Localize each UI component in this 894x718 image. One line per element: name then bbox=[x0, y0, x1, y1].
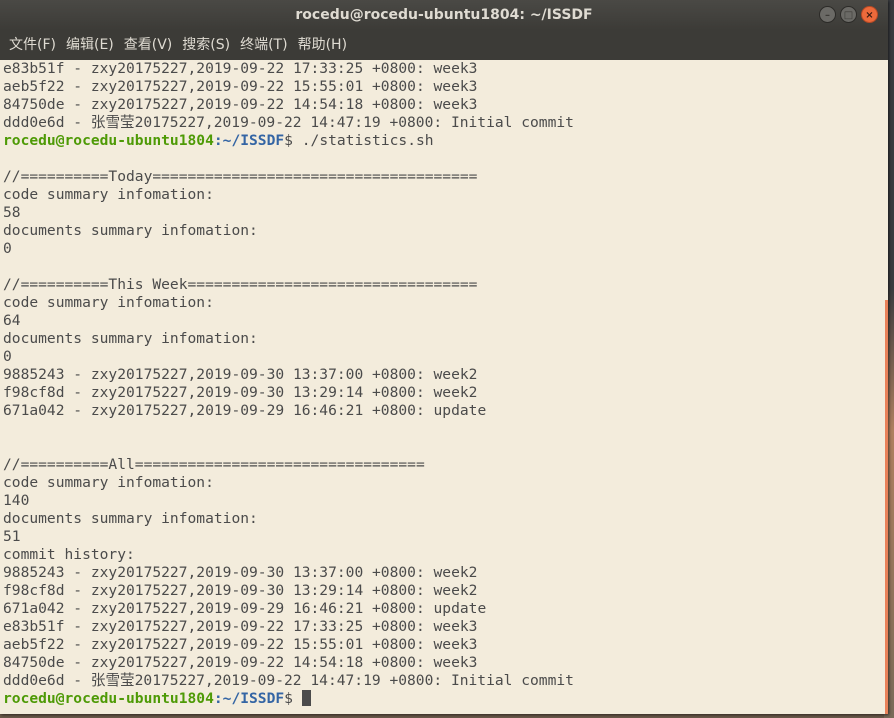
menu-bar: 文件(F) 编辑(E) 查看(V) 搜索(S) 终端(T) 帮助(H) bbox=[0, 30, 888, 60]
terminal-line: 84750de - zxy20175227,2019-09-22 14:54:1… bbox=[3, 654, 478, 671]
menu-view[interactable]: 查看(V) bbox=[119, 30, 178, 60]
terminal-lines-top: e83b51f - zxy20175227,2019-09-22 17:33:2… bbox=[3, 60, 872, 132]
terminal-line: 58 bbox=[3, 204, 21, 221]
prompt-user: rocedu@rocedu-ubuntu1804 bbox=[3, 690, 214, 707]
terminal-line: 0 bbox=[3, 240, 12, 257]
scrollbar[interactable] bbox=[872, 60, 888, 714]
terminal-line: f98cf8d - zxy20175227,2019-09-30 13:29:1… bbox=[3, 384, 478, 401]
title-bar[interactable]: rocedu@rocedu-ubuntu1804: ~/ISSDF – □ × bbox=[0, 0, 888, 30]
command-text: ./statistics.sh bbox=[292, 132, 434, 149]
terminal-line: code summary infomation: bbox=[3, 294, 214, 311]
prompt-user: rocedu@rocedu-ubuntu1804 bbox=[3, 132, 214, 149]
terminal-line: 9885243 - zxy20175227,2019-09-30 13:37:0… bbox=[3, 564, 478, 581]
terminal-line: aeb5f22 - zxy20175227,2019-09-22 15:55:0… bbox=[3, 78, 478, 95]
terminal-line: documents summary infomation: bbox=[3, 330, 258, 347]
scrollbar-thumb[interactable] bbox=[885, 300, 888, 714]
terminal-line: ddd0e6d - 张雪莹20175227,2019-09-22 14:47:1… bbox=[3, 672, 574, 689]
terminal-line: code summary infomation: bbox=[3, 186, 214, 203]
terminal-line: documents summary infomation: bbox=[3, 510, 258, 527]
menu-help[interactable]: 帮助(H) bbox=[293, 30, 352, 60]
terminal-line: //==========Today=======================… bbox=[3, 168, 478, 185]
prompt-line: rocedu@rocedu-ubuntu1804:~/ISSDF$ ./stat… bbox=[3, 132, 872, 150]
terminal-line: 140 bbox=[3, 492, 30, 509]
terminal-line: 671a042 - zxy20175227,2019-09-29 16:46:2… bbox=[3, 402, 487, 419]
terminal-line: ddd0e6d - 张雪莹20175227,2019-09-22 14:47:1… bbox=[3, 114, 574, 131]
text-cursor bbox=[301, 690, 311, 706]
menu-file[interactable]: 文件(F) bbox=[4, 30, 61, 60]
terminal-line: //==========All=========================… bbox=[3, 456, 425, 473]
prompt-symbol: $ bbox=[284, 690, 293, 707]
terminal-lines-output: //==========Today=======================… bbox=[3, 150, 872, 690]
window-title: rocedu@rocedu-ubuntu1804: ~/ISSDF bbox=[295, 7, 593, 23]
maximize-button[interactable]: □ bbox=[840, 6, 857, 23]
terminal-line: //==========This Week===================… bbox=[3, 276, 478, 293]
terminal-line: 0 bbox=[3, 348, 12, 365]
terminal-line: commit history: bbox=[3, 546, 135, 563]
terminal-line: 671a042 - zxy20175227,2019-09-29 16:46:2… bbox=[3, 600, 487, 617]
prompt-symbol: $ bbox=[284, 132, 293, 149]
terminal-line: 84750de - zxy20175227,2019-09-22 14:54:1… bbox=[3, 96, 478, 113]
terminal-line: 9885243 - zxy20175227,2019-09-30 13:37:0… bbox=[3, 366, 478, 383]
terminal-line: documents summary infomation: bbox=[3, 222, 258, 239]
prompt-path: :~/ISSDF bbox=[213, 132, 285, 149]
terminal-line: e83b51f - zxy20175227,2019-09-22 17:33:2… bbox=[3, 60, 478, 77]
terminal-output[interactable]: e83b51f - zxy20175227,2019-09-22 17:33:2… bbox=[0, 60, 872, 714]
menu-edit[interactable]: 编辑(E) bbox=[61, 30, 119, 60]
terminal-line: f98cf8d - zxy20175227,2019-09-30 13:29:1… bbox=[3, 582, 478, 599]
close-button[interactable]: × bbox=[861, 6, 878, 23]
terminal-line: 51 bbox=[3, 528, 21, 545]
terminal-line: code summary infomation: bbox=[3, 474, 214, 491]
terminal-line: 64 bbox=[3, 312, 21, 329]
menu-terminal[interactable]: 终端(T) bbox=[235, 30, 292, 60]
prompt-path: :~/ISSDF bbox=[213, 690, 285, 707]
menu-search[interactable]: 搜索(S) bbox=[177, 30, 235, 60]
terminal-line: aeb5f22 - zxy20175227,2019-09-22 15:55:0… bbox=[3, 636, 478, 653]
minimize-button[interactable]: – bbox=[819, 6, 836, 23]
terminal-window[interactable]: rocedu@rocedu-ubuntu1804: ~/ISSDF – □ × … bbox=[0, 0, 888, 714]
terminal-line: e83b51f - zxy20175227,2019-09-22 17:33:2… bbox=[3, 618, 478, 635]
prompt-line-current[interactable]: rocedu@rocedu-ubuntu1804:~/ISSDF$ bbox=[3, 690, 872, 708]
window-controls: – □ × bbox=[819, 6, 878, 23]
